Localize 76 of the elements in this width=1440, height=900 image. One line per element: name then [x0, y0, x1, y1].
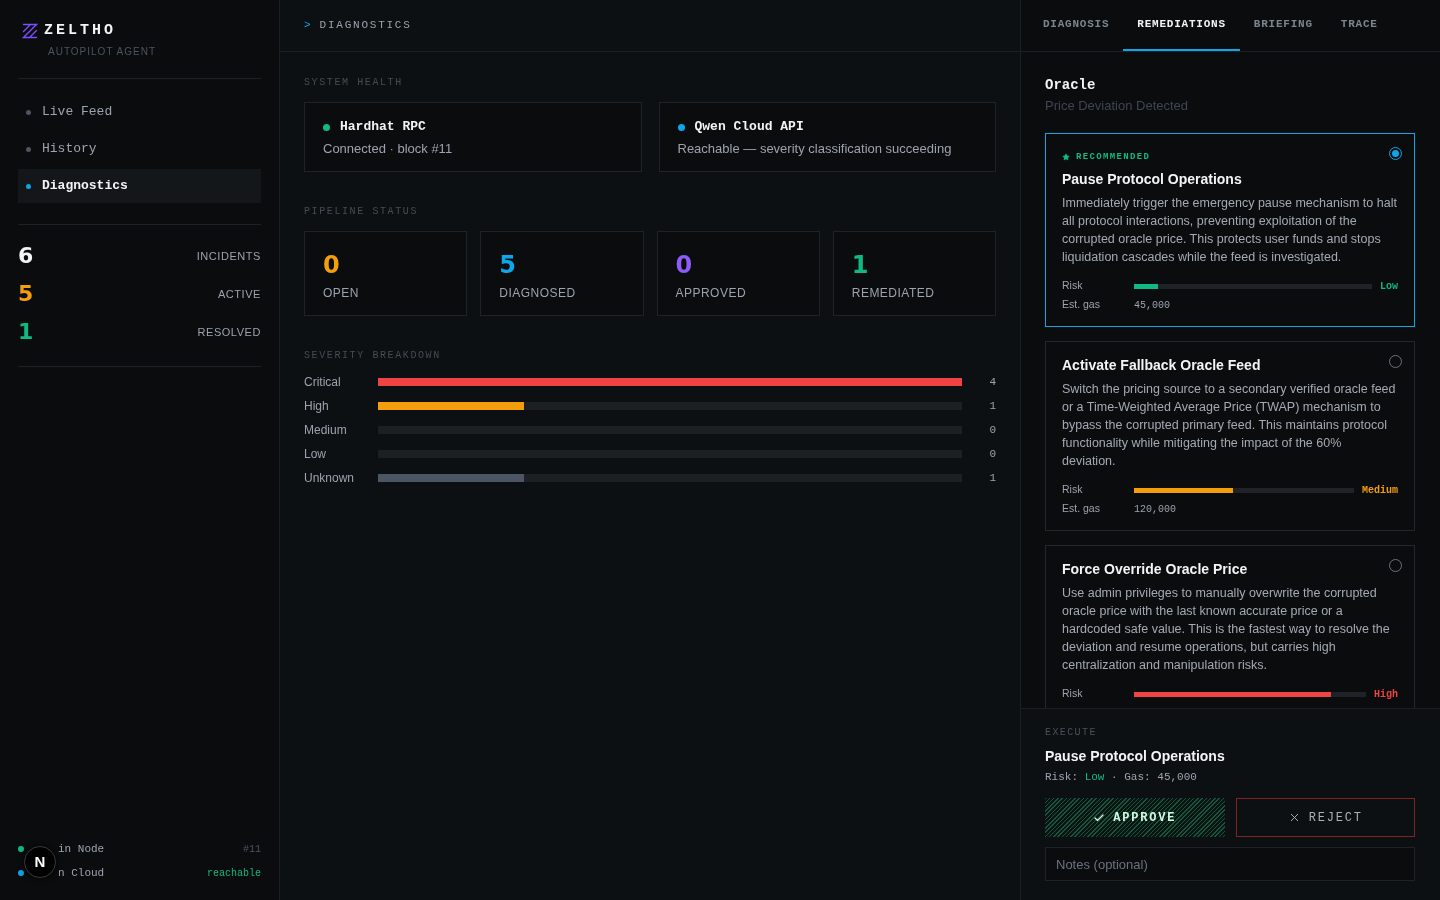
tab[interactable]: TRACE [1326, 0, 1392, 51]
severity-count: 0 [988, 446, 996, 462]
service-name: n Cloud [58, 865, 105, 881]
risk-value: Medium [1362, 483, 1398, 498]
severity-count: 0 [988, 422, 996, 438]
stage-label: DIAGNOSED [499, 286, 576, 300]
severity-count: 1 [988, 398, 996, 414]
severity-label: Low [304, 446, 327, 463]
brand-name: ZELTHO [44, 23, 116, 39]
gas-label: Est. gas [1062, 297, 1101, 313]
stat-label: INCIDENTS [196, 248, 261, 264]
remediation-description: Immediately trigger the emergency pause mechanism to halt all protocol interactions, preventing exploitation of the corrupted oracle price. This protects user funds and stops liquidation cascades while the feed is investigated. [1062, 195, 1398, 266]
execute-summary: Risk: Low · Gas: 45,000 [1045, 770, 1197, 784]
star-icon [1062, 153, 1070, 161]
stat-label: RESOLVED [197, 324, 261, 340]
remediation-title: Force Override Oracle Price [1062, 560, 1248, 578]
service-detail: Reachable — severity classification succeeding [677, 141, 952, 157]
stage-count: 0 [323, 253, 340, 277]
risk-label: Risk [1062, 278, 1084, 294]
risk-label: Risk [1062, 482, 1084, 498]
remediation-card[interactable] [1045, 341, 1415, 531]
stage-label: APPROVED [675, 286, 747, 300]
remediation-card[interactable] [1045, 545, 1415, 708]
gas-label: Est. gas [1062, 501, 1101, 517]
severity-label: Critical [304, 374, 342, 391]
stat-label: ACTIVE [217, 286, 261, 302]
service-name: in Node [58, 841, 105, 857]
incident-subtitle: Price Deviation Detected [1045, 98, 1189, 114]
notes-input[interactable]: Notes (optional) [1045, 847, 1415, 881]
nav-item[interactable]: Diagnostics [18, 169, 261, 203]
risk-label: Risk [1062, 686, 1084, 702]
stat-value: 1 [18, 319, 34, 345]
service-status: reachable [207, 866, 261, 881]
section-label: SEVERITY BREAKDOWN [304, 350, 441, 362]
remediation-card[interactable] [1045, 133, 1415, 327]
stage-count: 5 [499, 253, 516, 277]
risk-value: High [1374, 687, 1398, 702]
approve-button[interactable]: APPROVE [1045, 798, 1225, 837]
severity-count: 1 [988, 470, 996, 486]
stat-value: 6 [18, 243, 34, 269]
severity-label: High [304, 398, 330, 415]
remediation-description: Use admin privileges to manually overwrite the corrupted oracle price with the last known accurate price or a hardcoded safe value. This is the fastest way to resolve the deviation and resume operations, but carries high centralization and manipulation risks. [1062, 585, 1391, 674]
incident-title: Oracle [1045, 76, 1096, 94]
stat-value: 5 [18, 281, 34, 307]
execute-heading: EXECUTE [1045, 727, 1097, 739]
remediation-title: Activate Fallback Oracle Feed [1062, 356, 1261, 374]
risk-value: Low [1380, 279, 1398, 294]
recommended-label: RECOMMENDED [1076, 151, 1151, 163]
severity-label: Unknown [304, 470, 356, 487]
prompt-glyph: > [304, 18, 311, 34]
stage-label: REMEDIATED [851, 286, 935, 300]
stage-label: OPEN [323, 286, 359, 300]
z-logo-icon [22, 23, 38, 39]
service-detail: Connected · block #11 [323, 141, 453, 157]
section-label: SYSTEM HEALTH [304, 77, 403, 89]
gas-value: 120,000 [1134, 502, 1176, 517]
tab[interactable]: BRIEFING [1239, 0, 1327, 51]
gas-value: 45,000 [1134, 298, 1170, 313]
severity-label: Medium [304, 422, 348, 439]
nav-item[interactable]: History [18, 132, 261, 166]
stage-count: 0 [675, 253, 693, 277]
execute-title: Pause Protocol Operations [1045, 747, 1225, 765]
tab[interactable]: DIAGNOSIS [1029, 0, 1124, 51]
page-title: DIAGNOSTICS [319, 18, 412, 34]
brand-tagline: AUTOPILOT AGENT [48, 46, 156, 58]
stage-count: 1 [851, 253, 869, 277]
nav-item[interactable]: Live Feed [18, 95, 261, 129]
severity-count: 4 [988, 374, 996, 390]
service-status: #11 [243, 842, 261, 857]
remediation-title: Pause Protocol Operations [1062, 170, 1242, 188]
tab[interactable]: REMEDIATIONS [1123, 0, 1240, 51]
remediation-description: Switch the pricing source to a secondary verified oracle feed or a Time-Weighted Average Price (TWAP) mechanism to bypass the corrupted primary feed. This maintains protocol functionality while mitigating the impact of the 60% deviation. [1062, 381, 1397, 470]
reject-button[interactable]: REJECT [1235, 798, 1415, 837]
section-label: PIPELINE STATUS [304, 206, 418, 218]
service-name: Qwen Cloud API [694, 119, 804, 135]
service-name: Hardhat RPC [340, 119, 426, 135]
